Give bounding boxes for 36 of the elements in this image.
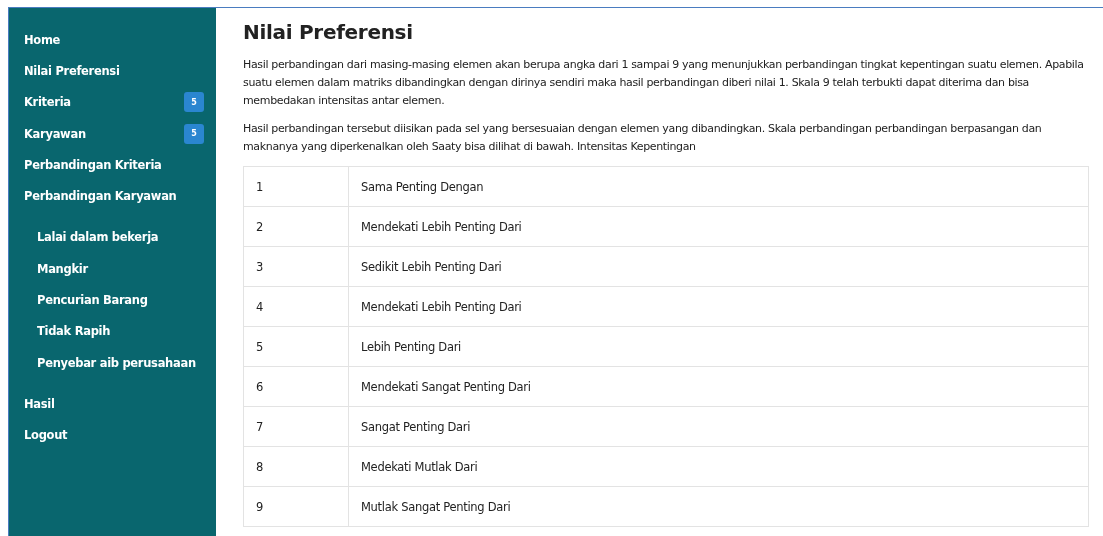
table-cell: Sama Penting Dengan bbox=[348, 166, 1089, 207]
count-badge: 5 bbox=[184, 92, 204, 113]
table-cell: Mendekati Lebih Penting Dari bbox=[348, 206, 1089, 247]
table-cell: 3 bbox=[243, 246, 349, 287]
table-cell: Mendekati Lebih Penting Dari bbox=[348, 286, 1089, 327]
sidebar-link[interactable]: Tidak Rapih bbox=[37, 324, 111, 339]
sidebar-link[interactable]: Karyawan bbox=[24, 126, 86, 141]
sidebar-link[interactable]: Logout bbox=[24, 428, 68, 443]
table-cell: 5 bbox=[243, 326, 349, 367]
sidebar-link[interactable]: Nilai Preferensi bbox=[24, 63, 120, 78]
table-cell: Sangat Penting Dari bbox=[348, 406, 1089, 447]
sidebar-link[interactable]: Kriteria bbox=[24, 95, 71, 110]
page-title: Nilai Preferensi bbox=[243, 20, 414, 44]
table-cell: 7 bbox=[243, 406, 349, 447]
table-cell: 4 bbox=[243, 286, 349, 327]
sidebar-link[interactable]: Lalai dalam bekerja bbox=[37, 230, 159, 245]
table-cell: Medekati Mutlak Dari bbox=[348, 446, 1089, 487]
sidebar-link[interactable]: Perbandingan Kriteria bbox=[24, 157, 162, 172]
sidebar-link[interactable]: Home bbox=[24, 32, 61, 47]
table-cell: 8 bbox=[243, 446, 349, 487]
table-cell: Mendekati Sangat Penting Dari bbox=[348, 366, 1089, 407]
table-cell: 9 bbox=[243, 486, 349, 527]
table-cell: Sedikit Lebih Penting Dari bbox=[348, 246, 1089, 287]
sidebar-link[interactable]: Mangkir bbox=[37, 261, 88, 276]
paragraph: Hasil perbandingan tersebut diisikan pada sel yang bersesuaian dengan elemen yang dibandingkan. Skala perbandingan perbandingan berpasangan dan maknanya yang diperkenalkan oleh Saaty bisa dilihat di bawah. Intensitas Kepentingan bbox=[243, 121, 1043, 155]
table-cell: Lebih Penting Dari bbox=[348, 326, 1089, 367]
sidebar-link[interactable]: Pencurian Barang bbox=[37, 293, 148, 307]
sidebar-link[interactable]: Penyebar aib perusahaan bbox=[37, 355, 196, 370]
table-cell: Mutlak Sangat Penting Dari bbox=[348, 486, 1089, 527]
table-cell: 6 bbox=[243, 366, 349, 407]
paragraph: Hasil perbandingan dari masing-masing elemen akan berupa angka dari 1 sampai 9 yang menunjukkan perbandingan tingkat kepentingan suatu elemen. Apabila suatu elemen dalam matriks dibandingkan dengan dirinya sendiri maka hasil perbandingan diberi nilai 1. Skala 9 telah terbukti dapat diterima dan bisa membedakan intensitas antar elemen. bbox=[243, 57, 1085, 109]
table-cell: 1 bbox=[243, 166, 349, 207]
count-badge: 5 bbox=[184, 123, 204, 144]
sidebar-link[interactable]: Hasil bbox=[24, 396, 55, 411]
sidebar-link[interactable]: Perbandingan Karyawan bbox=[24, 189, 177, 204]
table-cell: 2 bbox=[243, 206, 349, 247]
